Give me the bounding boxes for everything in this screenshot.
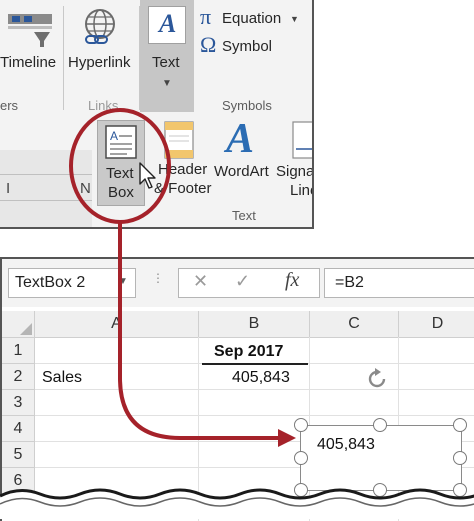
callout-arrowhead: [278, 429, 296, 447]
callout-circle: [69, 108, 171, 224]
callout-connector: [118, 222, 282, 440]
callout-overlay: [69, 108, 296, 447]
